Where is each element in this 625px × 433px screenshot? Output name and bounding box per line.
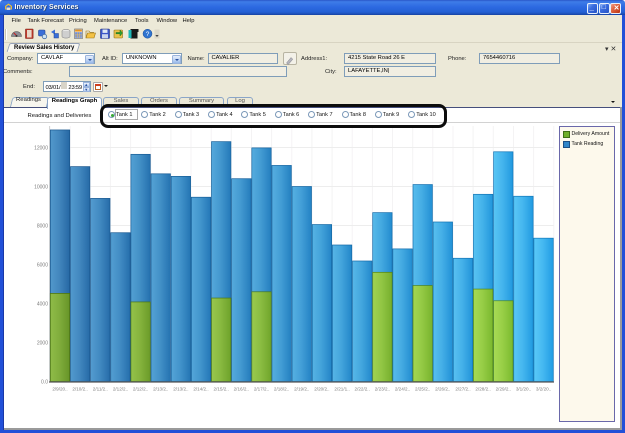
svg-text:2/12/2..: 2/12/2.. (133, 387, 148, 392)
svg-text:2/12/2..: 2/12/2.. (113, 387, 128, 392)
svg-text:2/15/2..: 2/15/2.. (214, 387, 229, 392)
svg-text:?: ? (145, 31, 149, 38)
svg-text:2/18/2..: 2/18/2.. (274, 387, 289, 392)
svg-text:2/28/2..: 2/28/2.. (475, 387, 490, 392)
svg-text:2/20/2..: 2/20/2.. (314, 387, 329, 392)
svg-text:3/1/20..: 3/1/20.. (516, 387, 531, 392)
svg-text:2/13/2..: 2/13/2.. (153, 387, 168, 392)
svg-text:0.0: 0.0 (41, 379, 48, 385)
svg-text:2/16/2..: 2/16/2.. (234, 387, 249, 392)
svg-text:10000: 10000 (34, 184, 48, 190)
svg-text:2/10/2..: 2/10/2.. (72, 387, 87, 392)
svg-text:2/9/20..: 2/9/20.. (52, 387, 67, 392)
svg-text:2/14/2..: 2/14/2.. (193, 387, 208, 392)
svg-text:2/11/2..: 2/11/2.. (93, 387, 108, 392)
svg-text:2/25/2..: 2/25/2.. (415, 387, 430, 392)
svg-text:2/27/2..: 2/27/2.. (455, 387, 470, 392)
svg-text:2/24/2..: 2/24/2.. (395, 387, 410, 392)
svg-text:2/26/2..: 2/26/2.. (435, 387, 450, 392)
svg-text:6000: 6000 (37, 262, 48, 268)
svg-text:3/2/20..: 3/2/20.. (536, 387, 551, 392)
svg-text:2000: 2000 (37, 340, 48, 346)
svg-text:2/21/1..: 2/21/1.. (334, 387, 349, 392)
svg-text:2/29/2..: 2/29/2.. (496, 387, 511, 392)
svg-text:2/17/2..: 2/17/2.. (254, 387, 269, 392)
svg-text:2/13/2..: 2/13/2.. (173, 387, 188, 392)
svg-text:4000: 4000 (37, 301, 48, 307)
svg-text:2/19/2..: 2/19/2.. (294, 387, 309, 392)
svg-text:2/23/2..: 2/23/2.. (375, 387, 390, 392)
svg-text:12000: 12000 (34, 145, 48, 151)
svg-text:2/22/2..: 2/22/2.. (355, 387, 370, 392)
svg-text:8000: 8000 (37, 223, 48, 229)
